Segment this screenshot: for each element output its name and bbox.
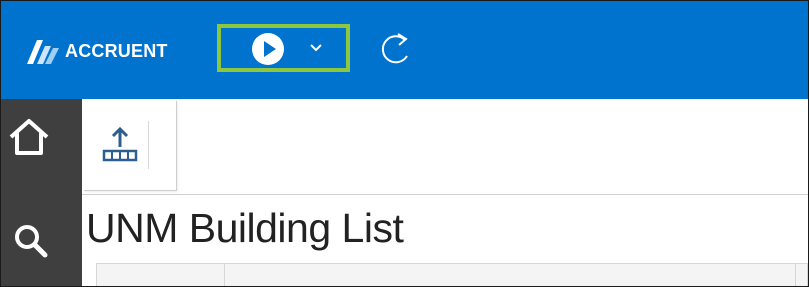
run-button-group[interactable] <box>217 24 350 72</box>
refresh-icon[interactable] <box>378 27 414 69</box>
upload-table-icon <box>102 126 138 162</box>
accruent-logo: ACCRUENT <box>23 34 168 68</box>
toolbar <box>82 99 808 195</box>
accruent-logo-mark-icon <box>27 40 59 64</box>
grid-column-separator <box>795 264 796 286</box>
toolbar-divider <box>148 121 149 169</box>
toolbar-upload-button[interactable] <box>84 101 177 191</box>
run-button[interactable] <box>252 33 284 65</box>
play-icon <box>264 41 276 57</box>
top-header-bar: ACCRUENT <box>1 1 808 99</box>
chevron-down-icon[interactable] <box>307 41 325 55</box>
page-title: UNM Building List <box>86 205 404 251</box>
app-window: ACCRUENT UNM Building List <box>0 0 809 287</box>
grid-column-separator <box>224 264 225 286</box>
home-icon[interactable] <box>7 117 51 157</box>
search-icon[interactable] <box>11 221 51 261</box>
grid-header <box>96 263 808 286</box>
logo-text: ACCRUENT <box>65 40 168 61</box>
left-nav-bar <box>1 99 82 286</box>
